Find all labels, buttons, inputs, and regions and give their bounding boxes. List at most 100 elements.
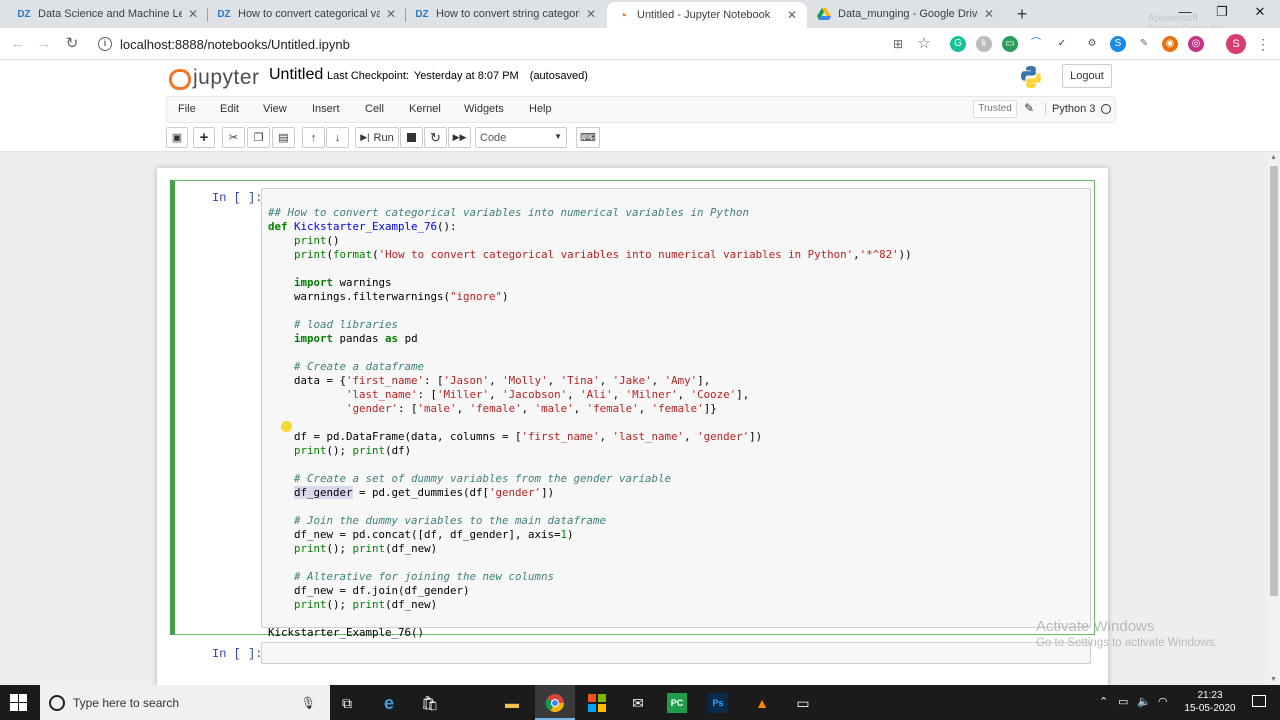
task-view-icon[interactable]: ⧉ xyxy=(335,691,359,715)
battery-icon[interactable]: ▭ xyxy=(1118,695,1128,708)
microphone-icon[interactable]: 🎙 xyxy=(301,696,316,710)
windows-start-icon[interactable] xyxy=(10,694,28,712)
browser-tab-3[interactable]: DZ How to convert string categorica ✕ xyxy=(406,0,606,28)
taskbar-search[interactable]: Type here to search 🎙 xyxy=(40,685,330,720)
reload-icon[interactable]: ↻ xyxy=(62,34,82,54)
code-line-6: import warnings xyxy=(294,276,392,289)
plus-icon: + xyxy=(199,129,209,146)
logout-button[interactable]: Logout xyxy=(1062,64,1112,88)
close-window-icon[interactable]: ✕ xyxy=(1245,4,1275,22)
extension-icon[interactable]: S xyxy=(1110,36,1126,52)
translate-icon[interactable]: ⊞ xyxy=(888,34,908,54)
menu-cell[interactable]: Cell xyxy=(365,103,384,115)
avatar[interactable]: S xyxy=(1226,34,1246,54)
menu-edit[interactable]: Edit xyxy=(220,103,239,115)
url-text: localhost:8888/notebooks/Untitled.ipynb xyxy=(120,36,350,52)
back-icon[interactable]: ← xyxy=(8,34,28,54)
jupyter-logo[interactable]: jupyter xyxy=(168,64,260,92)
move-down-button[interactable]: ↓ xyxy=(326,127,349,148)
code-line-14: 'last_name': ['Miller', 'Jacobson', 'Ali… xyxy=(346,388,750,401)
code-editor[interactable]: ## How to convert categorical variables … xyxy=(261,188,1091,639)
extension-icon[interactable]: ⚙ xyxy=(1084,36,1100,52)
menu-help[interactable]: Help xyxy=(529,103,552,115)
menu-kernel[interactable]: Kernel xyxy=(409,103,441,115)
chrome-icon[interactable] xyxy=(543,691,567,715)
paste-button[interactable]: ▤ xyxy=(272,127,295,148)
more-menu-icon[interactable]: ⋮ xyxy=(1256,36,1270,52)
scroll-down-icon[interactable]: ▼ xyxy=(1270,676,1277,683)
terminal-icon[interactable]: ▭ xyxy=(791,691,815,715)
tab-title: Data_munging - Google Drive xyxy=(838,8,978,20)
bookmark-star-icon[interactable]: ☆ xyxy=(914,34,934,54)
chevron-down-icon: ▼ xyxy=(554,132,562,141)
info-icon[interactable]: i xyxy=(98,37,112,51)
pycharm-icon[interactable]: PC xyxy=(667,693,687,713)
code-line-13: data = {'first_name': ['Jason', 'Molly',… xyxy=(268,374,711,387)
close-icon[interactable]: ✕ xyxy=(186,7,200,21)
office-icon[interactable] xyxy=(585,691,609,715)
move-up-button[interactable]: ↑ xyxy=(302,127,325,148)
jupyter-icon: ◔ xyxy=(618,7,628,23)
check-icon[interactable]: ✓ xyxy=(1054,36,1070,52)
minimize-icon[interactable]: — xyxy=(1170,4,1200,22)
taskbar-clock[interactable]: 21:23 15-05-2020 xyxy=(1180,689,1240,715)
interrupt-button[interactable] xyxy=(400,127,423,148)
run-button[interactable]: ▶| Run xyxy=(355,127,399,148)
close-icon[interactable]: ✕ xyxy=(584,7,598,21)
run-label: Run xyxy=(373,131,394,144)
cut-button[interactable]: ✂ xyxy=(222,127,245,148)
menu-insert[interactable]: Insert xyxy=(312,103,340,115)
edge-icon[interactable]: e xyxy=(377,691,401,715)
extension-icon[interactable]: k xyxy=(976,36,992,52)
vertical-scrollbar[interactable]: ▲ ▼ xyxy=(1268,152,1280,685)
browser-tab-5[interactable]: Data_munging - Google Drive ✕ xyxy=(808,0,1004,28)
command-palette-button[interactable]: ⌨ xyxy=(576,127,600,148)
save-button[interactable]: ▣ xyxy=(166,127,188,148)
tray-chevron-icon[interactable]: ⌃ xyxy=(1099,695,1108,708)
code-line-1: ## How to convert categorical variables … xyxy=(268,206,750,219)
trusted-badge[interactable]: Trusted xyxy=(973,100,1017,118)
extension-icon[interactable]: ⌒ xyxy=(1028,36,1044,52)
volume-icon[interactable]: 🔈 xyxy=(1137,695,1151,708)
close-icon[interactable]: ✕ xyxy=(982,7,996,21)
scrollbar-thumb[interactable] xyxy=(1270,166,1278,596)
mail-icon[interactable]: ✉ xyxy=(626,691,650,715)
close-icon[interactable]: ✕ xyxy=(384,7,398,21)
arrow-down-icon: ↓ xyxy=(334,131,341,144)
restore-icon[interactable]: ❐ xyxy=(1207,4,1237,22)
grammarly-icon[interactable]: G xyxy=(950,36,966,52)
insert-cell-button[interactable]: + xyxy=(193,127,215,148)
menu-view[interactable]: View xyxy=(263,103,287,115)
restart-run-all-button[interactable]: ▶▶ xyxy=(448,127,471,148)
menu-file[interactable]: File xyxy=(178,103,196,115)
extension-icon[interactable]: ▭ xyxy=(1002,36,1018,52)
file-explorer-icon[interactable]: ▬ xyxy=(500,691,524,715)
new-tab-icon[interactable]: + xyxy=(1012,4,1032,24)
store-icon[interactable]: 🛍 xyxy=(418,691,442,715)
network-icon[interactable]: ◠ xyxy=(1158,695,1168,708)
browser-tab-4-active[interactable]: ◔ Untitled - Jupyter Notebook ✕ xyxy=(607,2,807,28)
notification-center-icon[interactable] xyxy=(1252,695,1266,707)
browser-tab-1[interactable]: DZ Data Science and Machine Learni ✕ xyxy=(8,0,208,28)
notebook-title[interactable]: Untitled xyxy=(269,66,323,84)
photoshop-icon[interactable]: Ps xyxy=(708,693,728,713)
cell-type-select[interactable]: Code ▼ xyxy=(475,127,567,148)
vlc-icon[interactable]: ▲ xyxy=(750,691,774,715)
close-icon[interactable]: ✕ xyxy=(785,8,799,22)
url-field[interactable]: i localhost:8888/notebooks/Untitled.ipyn… xyxy=(92,31,942,57)
extension-icon[interactable]: ◉ xyxy=(1162,36,1178,52)
empty-code-cell[interactable] xyxy=(261,642,1091,664)
activate-title: Activate Windows xyxy=(1036,618,1155,635)
restart-button[interactable]: ↻ xyxy=(424,127,447,148)
scroll-up-icon[interactable]: ▲ xyxy=(1270,154,1277,161)
menu-widgets[interactable]: Widgets xyxy=(464,103,504,115)
extension-icon[interactable]: ✎ xyxy=(1136,36,1152,52)
copy-button[interactable]: ❐ xyxy=(247,127,270,148)
instagram-icon[interactable]: ◎ xyxy=(1188,36,1204,52)
forward-icon[interactable]: → xyxy=(34,34,54,54)
tab-title: Untitled - Jupyter Notebook xyxy=(637,9,771,21)
browser-tab-2[interactable]: DZ How to convert categorical varia ✕ xyxy=(208,0,406,28)
